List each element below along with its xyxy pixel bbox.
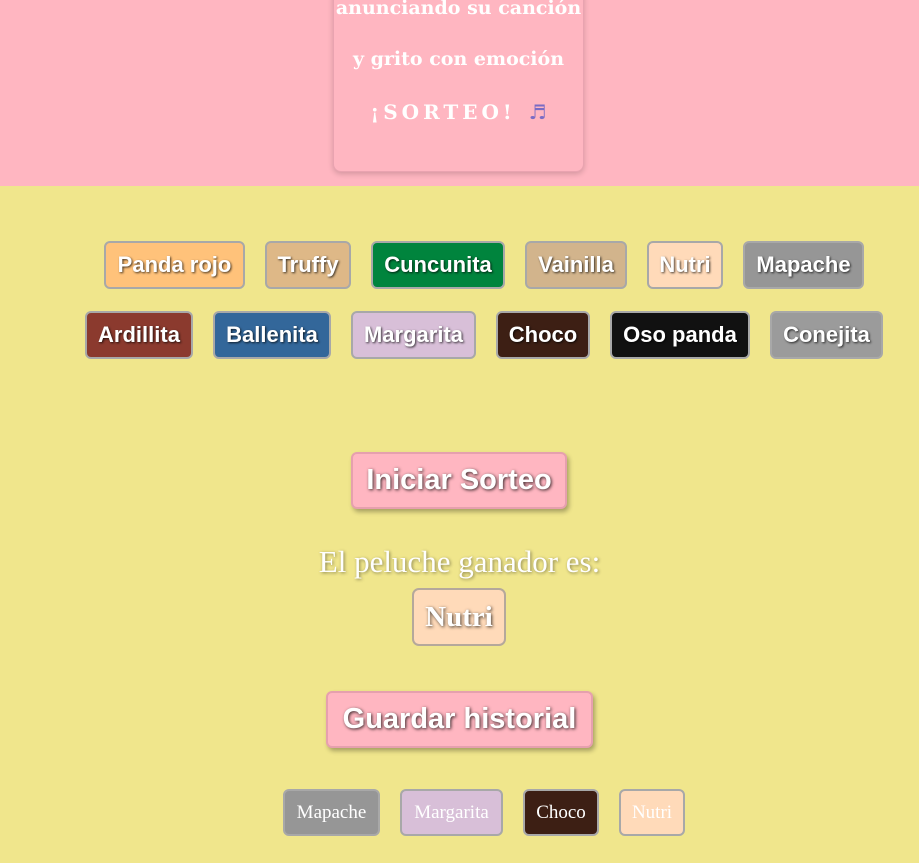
music-notes-icon: ♬ [528,100,547,124]
plushie-chip-ballenita[interactable]: Ballenita [213,311,331,359]
plushie-chip-oso-panda[interactable]: Oso panda [610,311,750,359]
plushie-chip-ardillita[interactable]: Ardillita [85,311,193,359]
plushie-chip-choco[interactable]: Choco [496,311,590,359]
winner-display: Nutri [412,588,506,646]
plushie-chip-panda-rojo[interactable]: Panda rojo [104,241,245,289]
history-item-choco: Choco [523,789,599,836]
winner-label: El peluche ganador es: [318,544,601,579]
start-draw-button[interactable]: Iniciar Sorteo [351,452,567,509]
poem-line-2: y grito con emoción [352,48,565,70]
history-item-margarita: Margarita [400,789,503,836]
plushie-chip-vainilla[interactable]: Vainilla [525,241,627,289]
plushie-chip-cuncunita[interactable]: Cuncunita [371,241,505,289]
poem-line-3: ¡SORTEO! ♬ [334,100,583,124]
plushie-chip-margarita[interactable]: Margarita [351,311,476,359]
poem-line-1: anunciando su canción [335,0,582,19]
poem-line-3-text: ¡SORTEO! [370,100,516,124]
plushie-chip-mapache[interactable]: Mapache [743,241,864,289]
plushie-chip-conejita[interactable]: Conejita [770,311,883,359]
save-history-button[interactable]: Guardar historial [326,691,593,748]
poem-card: anunciando su canción y grito con emoció… [333,0,584,172]
plushie-chip-nutri[interactable]: Nutri [647,241,723,289]
history-item-mapache: Mapache [283,789,380,836]
history-item-nutri: Nutri [619,789,685,836]
plushie-chip-truffy[interactable]: Truffy [265,241,351,289]
